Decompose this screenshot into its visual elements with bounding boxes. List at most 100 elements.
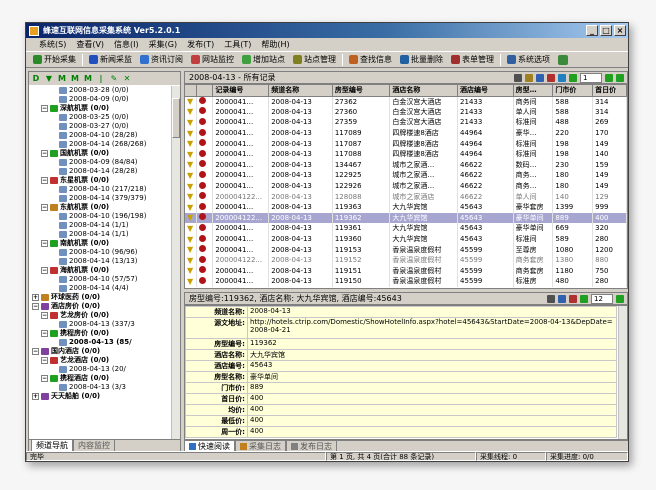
tree-node[interactable]: 2008-04-10 (96/96) [29,248,172,257]
tree-node[interactable]: + 环球医药 (0/0) [29,293,172,302]
table-row[interactable]: ▼ 2000041... 2008-04-13 117087 四牌楼速8酒店 44964 标… [185,138,627,149]
table-row[interactable]: ▼ 2000041... 2008-04-13 122925 城市之家酒… 46622 商务… [185,170,627,181]
delete-icon[interactable] [547,73,555,82]
expand-toggle-icon[interactable]: − [41,357,48,364]
channel-tool-icon[interactable]: ✕ [122,74,132,83]
last-page-icon[interactable] [616,73,624,82]
expand-toggle-icon[interactable]: − [41,105,48,112]
menu-item[interactable]: 发布(T) [182,39,219,50]
tree-node[interactable]: 2008-04-10 (217/218) [29,185,172,194]
table-row[interactable]: ▼ 2000041... 2008-04-13 119361 大九华宾馆 45643 豪华单… [185,223,627,234]
flag-icon[interactable]: ▼ [185,276,198,287]
detail-copy-icon[interactable] [558,294,566,303]
tree-node[interactable]: 2008-04-09 (84/84) [29,158,172,167]
toolbar-button[interactable]: 系统选项 [503,53,554,67]
table-row[interactable]: ▼ 200004122... 2008-04-13 128088 城市之家酒店 46622… [185,191,627,202]
column-header[interactable]: 酒店名称 [389,85,459,97]
toolbar-button[interactable]: 增加站点 [238,53,289,67]
table-row[interactable]: ▼ 2000041... 2008-04-13 134467 城市之家酒… 46622 数码… [185,159,627,171]
table-row[interactable]: ▼ 2000041... 2008-04-13 27359 白金汉宫大酒店 21433 标准… [185,117,627,128]
tree-node[interactable]: − 海航机票 (0/0) [29,266,172,275]
toolbar-button[interactable]: 查找信息 [345,53,396,67]
table-row[interactable]: ▼ 2000041... 2008-04-13 27362 白金汉宫大酒店 21433 商务… [185,96,627,107]
menu-item[interactable]: 帮助(H) [256,39,294,50]
tree-node[interactable]: 2008-04-13 (85/ [29,338,172,347]
tree-node[interactable]: 2008-04-09 (0/0) [29,95,172,104]
expand-toggle-icon[interactable]: − [41,312,48,319]
column-header[interactable] [185,85,198,97]
edit-icon[interactable] [514,73,522,82]
tree-node[interactable]: 2008-04-13 (3/3 [29,383,172,392]
detail-edit-icon[interactable] [547,294,555,303]
detail-prev-icon[interactable] [580,294,588,303]
channel-tool-icon[interactable]: ▼ [44,74,54,83]
flag-icon[interactable]: ▼ [185,117,198,128]
tree-node[interactable]: − 酒店房价 (0/0) [29,302,172,311]
expand-toggle-icon[interactable]: − [41,330,48,337]
flag-icon[interactable]: ▼ [185,138,198,149]
toolbar-button[interactable]: 网站监控 [187,53,238,67]
menu-item[interactable]: 信息(I) [109,39,144,50]
tree-node[interactable]: 2008-03-27 (0/0) [29,122,172,131]
tree-node[interactable]: + 天天船舶 (0/0) [29,392,172,401]
tree-node[interactable]: 2008-04-14 (13/13) [29,257,172,266]
expand-toggle-icon[interactable]: − [41,375,48,382]
expand-toggle-icon[interactable]: + [32,294,39,301]
tree-node[interactable]: 2008-04-10 (57/57) [29,275,172,284]
minimize-button[interactable]: _ [586,25,598,36]
help-icon[interactable] [554,53,574,67]
column-header[interactable]: 房型… [513,85,554,97]
tree-node[interactable]: 2008-04-13 (337/3 [29,320,172,329]
expand-toggle-icon[interactable]: + [32,393,39,400]
flag-icon[interactable]: ▼ [185,180,198,192]
detail-delete-icon[interactable] [569,294,577,303]
flag-icon[interactable]: ▼ [185,244,198,255]
tree-node[interactable]: − 国航机票 (0/0) [29,149,172,158]
table-row[interactable]: ▼ 2000041... 2008-04-13 119153 香泉温泉度假村 45599 至… [185,244,627,255]
flag-icon[interactable]: ▼ [185,191,198,202]
close-button[interactable]: × [614,25,626,36]
table-row[interactable]: ▼ 2000041... 2008-04-13 117088 四牌楼速8酒店 44964 标… [185,148,627,160]
column-header[interactable]: 房型编号 [332,85,391,97]
table-row[interactable]: ▼ 200004122... 2008-04-13 119152 香泉温泉度假村 4559… [185,254,627,266]
menu-item[interactable]: 查看(V) [71,39,109,50]
next-page-icon[interactable] [605,73,613,82]
tree-scrollbar[interactable] [171,86,180,439]
column-header[interactable]: 频道名称 [268,85,333,97]
refresh-icon[interactable] [558,73,566,82]
flag-icon[interactable]: ▼ [185,170,198,181]
expand-toggle-icon[interactable]: − [41,177,48,184]
tree-node[interactable]: − 南航机票 (0/0) [29,239,172,248]
table-row[interactable]: ▼ 200004122... 2008-04-13 119362 大九华宾馆 45643 豪… [185,212,627,224]
table-row[interactable]: ▼ 2000041... 2008-04-13 122926 城市之家酒… 46622 商务… [185,180,627,192]
toolbar-button[interactable]: 批量删除 [396,53,447,67]
table-row[interactable]: ▼ 2000041... 2008-04-13 119150 香泉温泉度假村 45599 标… [185,276,627,287]
first-page-icon[interactable] [569,73,577,82]
flag-icon[interactable]: ▼ [185,223,198,234]
flag-icon[interactable]: ▼ [185,96,198,107]
column-header[interactable]: 首日价 [592,85,627,97]
expand-toggle-icon[interactable]: − [41,240,48,247]
column-header[interactable]: 酒店编号 [457,85,514,97]
flag-icon[interactable]: ▼ [185,233,198,245]
detail-record-input[interactable]: 12 [591,293,613,304]
column-header[interactable]: 记录编号 [212,85,270,97]
detail-scrollbar[interactable] [618,306,627,439]
tree-node[interactable]: 2008-03-25 (0/0) [29,113,172,122]
sort-icon[interactable] [536,73,544,82]
tree-node[interactable]: 2008-04-14 (1/1) [29,221,172,230]
tree-node[interactable]: 2008-04-14 (379/379) [29,194,172,203]
table-row[interactable]: ▼ 2000041... 2008-04-13 119363 大九华宾馆 45643 豪华套… [185,201,627,213]
tree-node[interactable]: − 携程房价 (0/0) [29,329,172,338]
tree-node[interactable]: − 东星机票 (0/0) [29,176,172,185]
tree-node[interactable]: 2008-04-10 (196/198) [29,212,172,221]
maximize-button[interactable]: □ [600,25,612,36]
toolbar-button[interactable]: 新闻采监 [85,53,136,67]
menu-item[interactable]: 工具(T) [219,39,256,50]
expand-toggle-icon[interactable]: − [32,303,39,310]
tree-node[interactable]: 2008-04-14 (268/268) [29,140,172,149]
tree-node[interactable]: − 携程酒店 (0/0) [29,374,172,383]
column-header[interactable] [196,85,214,97]
tree-node[interactable]: 2008-04-14 (28/28) [29,167,172,176]
flag-icon[interactable]: ▼ [185,254,198,266]
